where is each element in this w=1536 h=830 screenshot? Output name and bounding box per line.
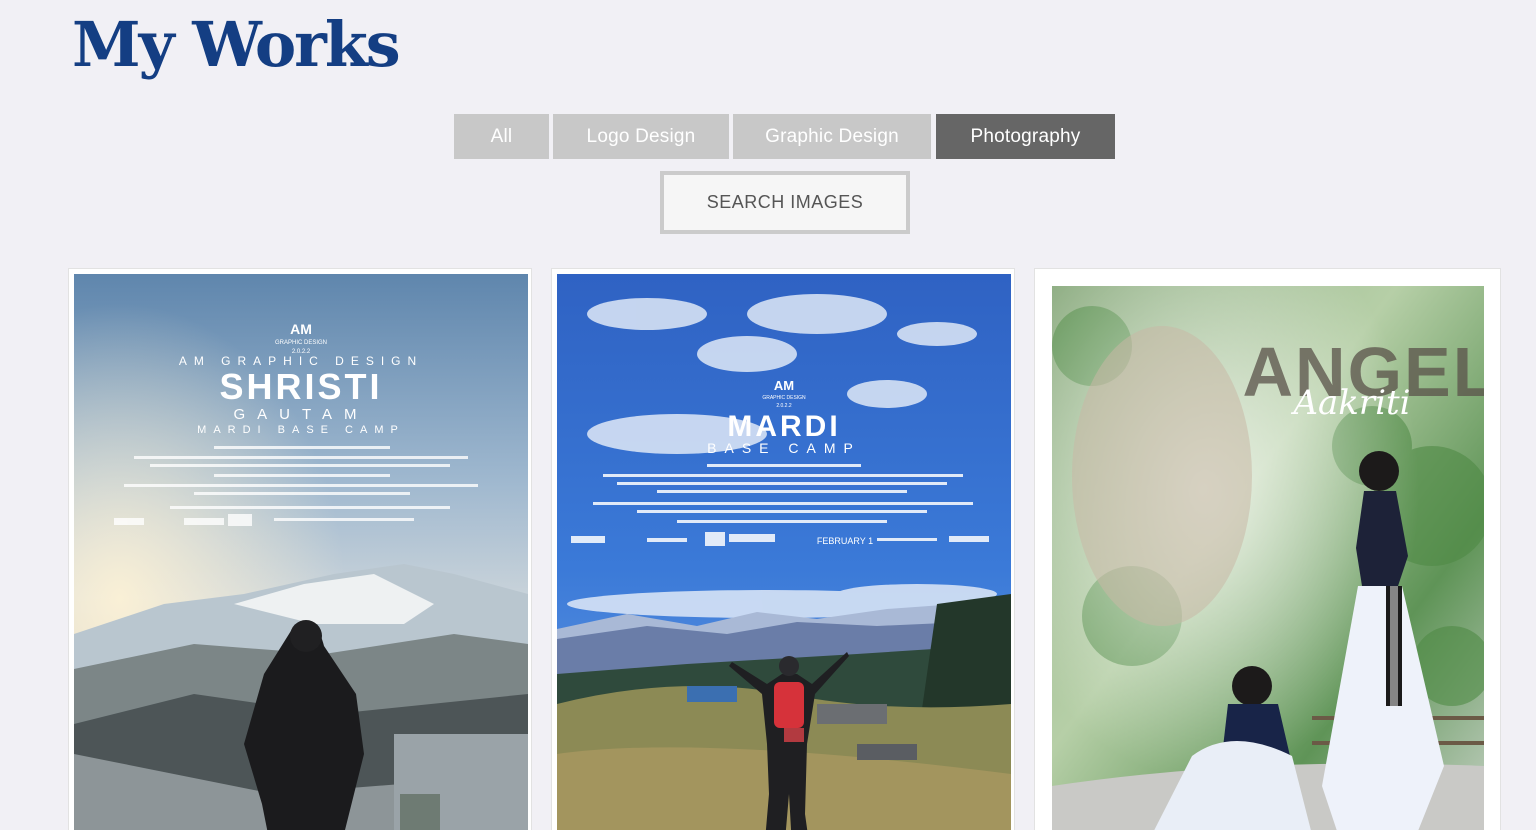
filter-graphic-design-button[interactable]: Graphic Design xyxy=(733,114,931,159)
search-box xyxy=(660,171,910,234)
work-image-mardi-poster[interactable]: AM GRAPHIC DESIGN 2.0.2.2 MARDI BASE CAM… xyxy=(557,274,1011,830)
poster-brand-sub: GRAPHIC DESIGN xyxy=(275,340,327,346)
poster-brand-sub: GRAPHIC DESIGN xyxy=(762,395,806,401)
filter-all-button[interactable]: All xyxy=(454,114,549,159)
poster-tagline: MARDI BASE CAMP xyxy=(197,424,405,436)
poster-headline: SHRISTI xyxy=(219,366,382,407)
poster-brand-mark: AM xyxy=(774,378,794,393)
search-input[interactable] xyxy=(664,175,906,230)
overlay-face xyxy=(1072,326,1252,626)
page-title: My Works xyxy=(72,8,401,81)
work-card-mardi[interactable]: AM GRAPHIC DESIGN 2.0.2.2 MARDI BASE CAM… xyxy=(551,268,1015,830)
work-card-shristi[interactable]: AM GRAPHIC DESIGN 2.0.2.2 AM GRAPHIC DES… xyxy=(68,268,532,830)
poster-release-date: FEBRUARY 1 xyxy=(817,536,873,546)
poster-brand-mark: AM xyxy=(290,321,312,337)
work-card-angel[interactable]: ANGEL Aakriti xyxy=(1034,268,1501,830)
poster-headline: MARDI xyxy=(727,410,840,443)
photo-script-name: Aakriti xyxy=(1290,383,1410,423)
filter-photography-button[interactable]: Photography xyxy=(936,114,1115,159)
poster-subline: GAUTAM xyxy=(233,406,368,423)
filter-logo-design-button[interactable]: Logo Design xyxy=(553,114,729,159)
page: My Works All Logo Design Graphic Design … xyxy=(0,0,1536,830)
poster-brand-year: 2.0.2.2 xyxy=(776,403,792,409)
poster-subline: BASE CAMP xyxy=(707,440,861,456)
work-image-angel-photo[interactable]: ANGEL Aakriti xyxy=(1052,286,1484,830)
work-image-shristi-poster[interactable]: AM GRAPHIC DESIGN 2.0.2.2 AM GRAPHIC DES… xyxy=(74,274,528,830)
